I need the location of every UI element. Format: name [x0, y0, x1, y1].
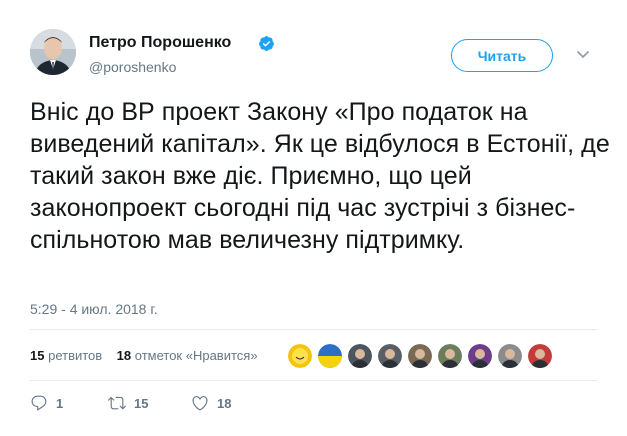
chevron-down-icon[interactable] — [577, 50, 589, 60]
likes-label: отметок «Нравится» — [134, 348, 258, 363]
heart-icon — [192, 396, 208, 411]
reply-button[interactable]: 1 — [30, 394, 63, 412]
author-handle[interactable]: @poroshenko — [89, 59, 176, 75]
retweets-label: ретвитов — [48, 348, 103, 363]
person-avatar[interactable] — [378, 344, 402, 368]
retweets-stat[interactable]: 15 ретвитов — [30, 348, 102, 363]
author-name[interactable]: Петро Порошенко — [89, 34, 231, 52]
tweet-text: Вніс до ВР проект Закону «Про податок на… — [30, 98, 610, 254]
author-photo — [30, 29, 76, 75]
bird-avatar[interactable] — [528, 344, 552, 368]
retweet-icon — [108, 396, 126, 410]
likes-count: 18 — [116, 348, 132, 363]
person-avatar[interactable] — [408, 344, 432, 368]
like-count: 18 — [217, 395, 232, 411]
cat-avatar[interactable] — [498, 344, 522, 368]
flag-avatar[interactable] — [318, 344, 342, 368]
follow-button[interactable]: Читать — [451, 39, 553, 72]
person-avatar[interactable] — [348, 344, 372, 368]
reply-icon — [31, 395, 47, 411]
author-avatar[interactable] — [30, 29, 76, 75]
smiley-avatar[interactable] — [288, 344, 312, 368]
flower-avatar[interactable] — [468, 344, 492, 368]
reply-count: 1 — [56, 395, 64, 411]
tweet-timestamp[interactable]: 5:29 - 4 июл. 2018 г. — [30, 301, 158, 317]
verified-badge-icon — [259, 36, 274, 51]
person-avatar[interactable] — [438, 344, 462, 368]
retweet-count: 15 — [134, 395, 149, 411]
tweet-card: Петро Порошенко @poroshenko Читать Вніс … — [0, 0, 627, 436]
retweet-button[interactable]: 15 — [108, 394, 148, 412]
tweet-stats: 15 ретвитов 18 отметок «Нравится» — [30, 348, 258, 363]
like-button[interactable]: 18 — [191, 394, 231, 412]
divider — [30, 329, 597, 330]
likes-stat[interactable]: 18 отметок «Нравится» — [117, 348, 258, 363]
retweets-count: 15 — [30, 348, 45, 363]
divider — [30, 380, 597, 381]
